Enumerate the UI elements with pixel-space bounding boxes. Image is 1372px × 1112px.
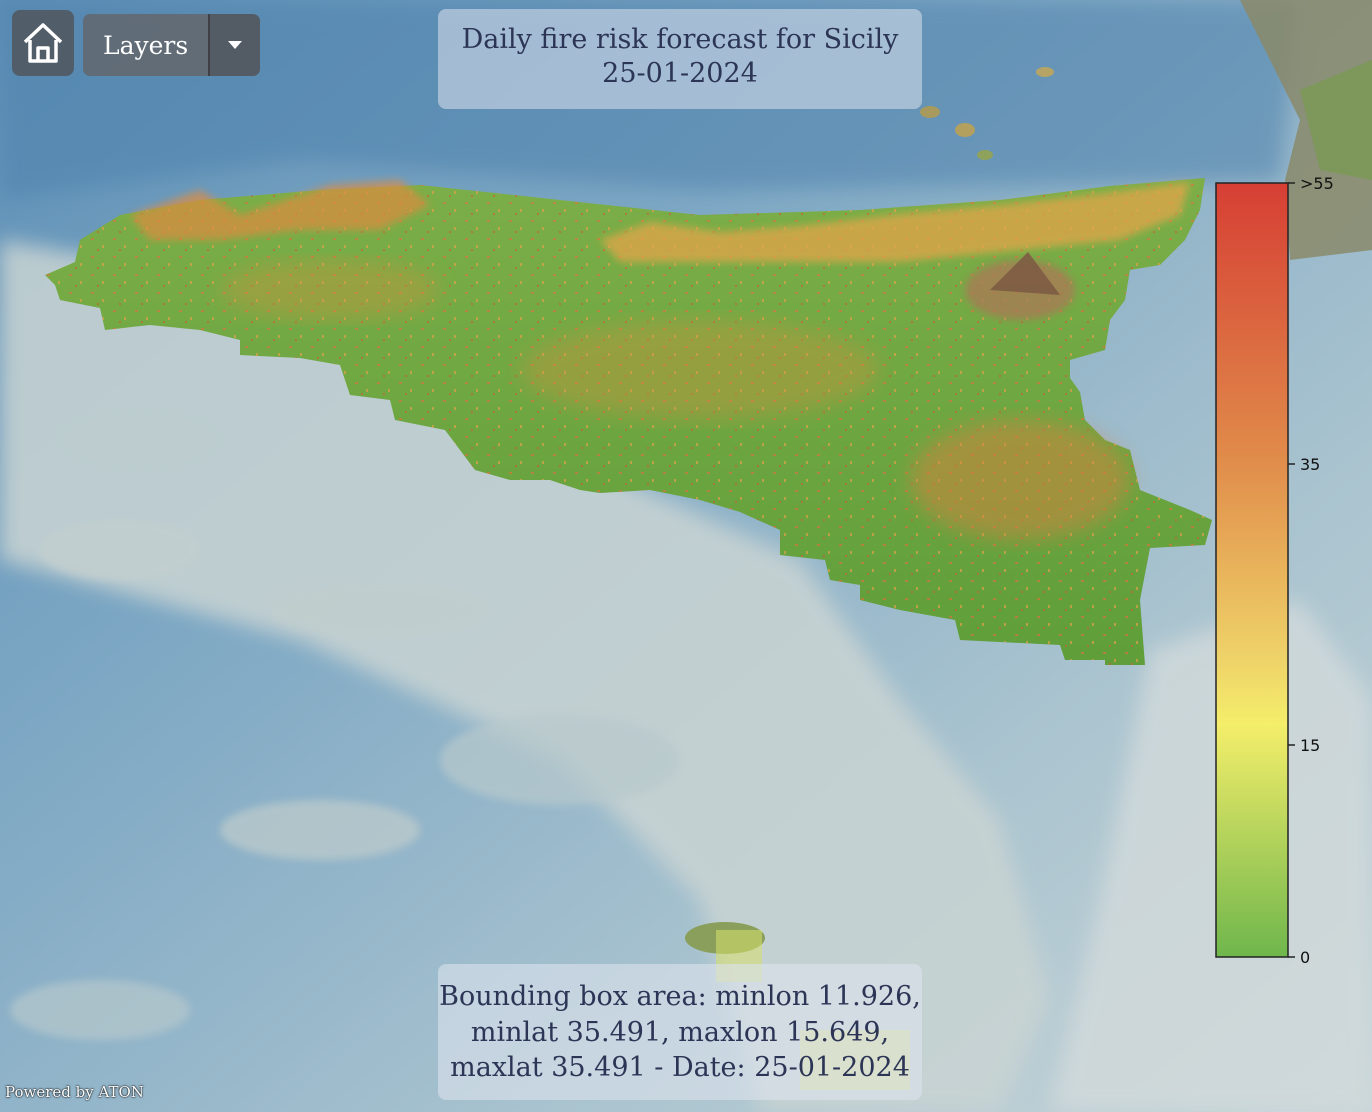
layers-label: Layers: [103, 30, 189, 60]
bank-2: [40, 520, 200, 580]
forecast-title-panel: Daily fire risk forecast for Sicily 25-0…: [438, 9, 922, 109]
bank-6: [10, 980, 190, 1040]
layers-dropdown[interactable]: Layers: [83, 14, 261, 76]
colorbar-label-15: 15: [1300, 736, 1320, 755]
chevron-down-icon: [228, 41, 243, 49]
island-d: [977, 150, 993, 160]
attribution-text[interactable]: Powered by ATON: [5, 1083, 144, 1101]
forecast-title: Daily fire risk forecast for Sicily: [461, 24, 899, 55]
home-button[interactable]: [12, 10, 74, 76]
home-icon: [23, 23, 63, 63]
island-c: [1036, 67, 1054, 77]
layers-button[interactable]: Layers: [83, 14, 209, 76]
central-hills: [520, 320, 880, 420]
layers-caret-button[interactable]: [208, 14, 261, 76]
bank-4: [440, 715, 680, 805]
info-line-2: minlat 35.491, maxlon 15.649,: [470, 1016, 890, 1048]
bank-3: [270, 582, 490, 638]
west-hills: [220, 260, 440, 320]
colorbar-label-0: 0: [1300, 948, 1310, 967]
colorbar-gradient: [1215, 182, 1289, 958]
colorbar-label-max: >55: [1300, 174, 1334, 193]
bank-5: [220, 800, 420, 860]
map-view[interactable]: >55 35 15 0: [0, 0, 1372, 1112]
info-line-3: maxlat 35.491 - Date: 25-01-2024: [450, 1052, 910, 1083]
info-line-1: Bounding box area: minlon 11.926,: [439, 981, 921, 1012]
bounding-box-info-panel: Bounding box area: minlon 11.926, minlat…: [438, 964, 922, 1100]
forecast-date: 25-01-2024: [602, 58, 758, 89]
island-b: [955, 123, 975, 137]
hyblean-hills: [910, 420, 1130, 540]
colorbar-label-35: 35: [1300, 455, 1320, 474]
island-a: [920, 106, 940, 118]
bank-1: [50, 405, 230, 475]
